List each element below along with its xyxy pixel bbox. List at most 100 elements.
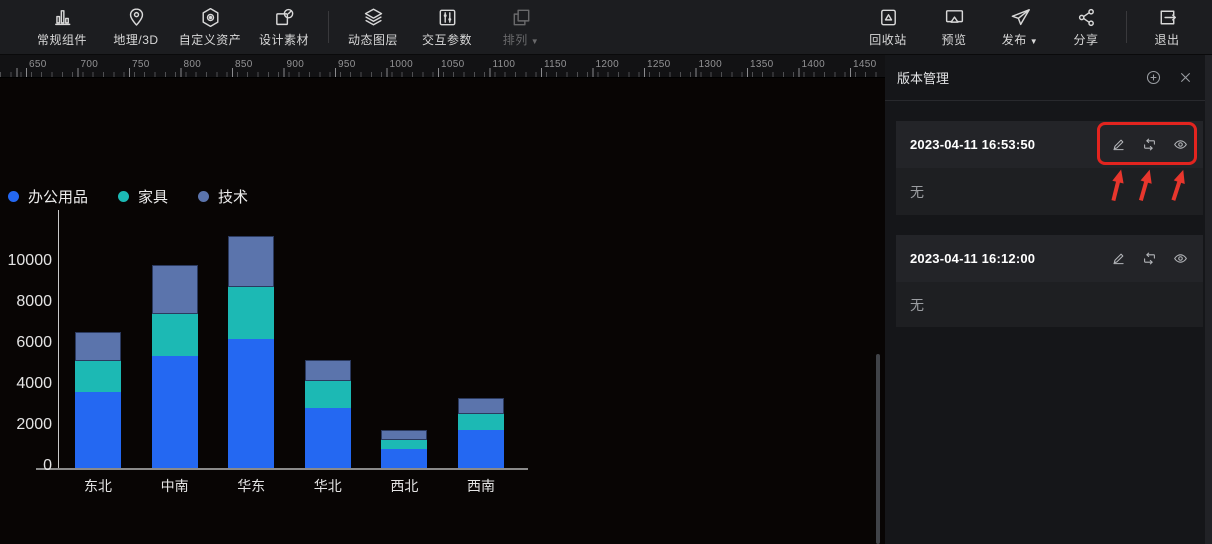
toolbar-item-label: 分享 bbox=[1073, 31, 1098, 48]
bar-segment bbox=[305, 360, 351, 381]
toolbar-right-group: 回收站 预览 发布▼ 分享 退出 bbox=[855, 0, 1212, 54]
bar-segment bbox=[458, 414, 504, 430]
toolbar-item-label: 预览 bbox=[941, 31, 966, 48]
x-axis-category-label: 西北 bbox=[369, 476, 439, 496]
preview-version-button[interactable] bbox=[1172, 136, 1189, 153]
legend-dot bbox=[198, 191, 209, 202]
plus-circle-icon[interactable] bbox=[1145, 69, 1162, 86]
bar-segment bbox=[381, 449, 427, 468]
ruler-label: 900 bbox=[287, 59, 305, 70]
y-axis-tick-label: 0 bbox=[0, 458, 52, 474]
edit-version-button[interactable] bbox=[1110, 136, 1127, 153]
close-icon[interactable] bbox=[1177, 69, 1194, 86]
version-card: 2023-04-11 16:53:50无 bbox=[896, 121, 1203, 215]
panel-header-icons bbox=[1130, 69, 1194, 86]
ruler-label: 1400 bbox=[802, 59, 825, 70]
toolbar-item-share[interactable]: 分享 bbox=[1053, 0, 1119, 54]
toolbar-item-label: 回收站 bbox=[869, 31, 907, 48]
ruler-label: 850 bbox=[235, 59, 253, 70]
toolbar-item-label: 退出 bbox=[1154, 31, 1179, 48]
toolbar-item-design-materials[interactable]: 设计素材 bbox=[247, 0, 321, 54]
bar-segment bbox=[458, 430, 504, 468]
preview-version-button[interactable] bbox=[1172, 250, 1189, 267]
y-axis-tick-label: 10000 bbox=[0, 253, 52, 269]
version-card: 2023-04-11 16:12:00无 bbox=[896, 235, 1203, 327]
hexagon-icon bbox=[199, 6, 222, 29]
ruler-label: 750 bbox=[132, 59, 150, 70]
toolbar-item-exit[interactable]: 退出 bbox=[1134, 0, 1200, 54]
version-panel-header: 版本管理 bbox=[885, 55, 1212, 101]
paper-plane-icon bbox=[1009, 6, 1032, 29]
preview-icon bbox=[943, 6, 966, 29]
toolbar-item-custom-assets[interactable]: 自定义资产 bbox=[173, 0, 247, 54]
ruler-label: 1200 bbox=[596, 59, 619, 70]
bar-segment bbox=[381, 430, 427, 439]
toolbar-item-dynamic-layers[interactable]: 动态图层 bbox=[336, 0, 410, 54]
layers-icon bbox=[362, 6, 385, 29]
version-timestamp: 2023-04-11 16:53:50 bbox=[910, 137, 1110, 152]
toolbar-item-arrange[interactable]: 排列▼ bbox=[484, 0, 558, 54]
ruler-label: 700 bbox=[81, 59, 99, 70]
toolbar-item-preview[interactable]: 预览 bbox=[921, 0, 987, 54]
toolbar-item-label: 设计素材 bbox=[259, 31, 309, 48]
toolbar: 常规组件地理/3D 自定义资产设计素材 动态图层交互参数 排列▼ 回收站 预览 发布▼ 分享… bbox=[0, 0, 1212, 55]
x-axis-category-label: 中南 bbox=[140, 476, 210, 496]
toolbar-item-label: 常规组件 bbox=[37, 31, 87, 48]
bar-segment bbox=[152, 356, 198, 468]
bar-segment bbox=[381, 440, 427, 449]
bar-segment bbox=[228, 287, 274, 339]
bar-segment bbox=[75, 392, 121, 468]
toolbar-item-components[interactable]: 常规组件 bbox=[25, 0, 99, 54]
legend-item: 办公用品 bbox=[8, 186, 88, 207]
toolbar-item-recycle-bin[interactable]: 回收站 bbox=[855, 0, 921, 54]
toolbar-item-label: 排列▼ bbox=[503, 31, 539, 48]
x-axis-line bbox=[36, 468, 528, 470]
ruler-label: 1100 bbox=[493, 59, 516, 70]
chart-legend: 办公用品 家具 技术 bbox=[8, 186, 278, 207]
chevron-down-icon: ▼ bbox=[1030, 37, 1038, 46]
x-axis-category-label: 华东 bbox=[216, 476, 286, 496]
ruler-label: 650 bbox=[29, 59, 47, 70]
design-asset-icon bbox=[273, 6, 296, 29]
legend-label: 家具 bbox=[138, 186, 168, 207]
toolbar-item-label: 交互参数 bbox=[422, 31, 472, 48]
version-note: 无 bbox=[896, 282, 1203, 327]
legend-dot bbox=[118, 191, 129, 202]
panel-scrollbar-track[interactable] bbox=[1205, 55, 1212, 544]
map-pin-icon bbox=[125, 6, 148, 29]
bar-segment bbox=[75, 361, 121, 392]
chevron-down-icon: ▼ bbox=[531, 37, 539, 46]
ruler-label: 1000 bbox=[390, 59, 413, 70]
version-card-header: 2023-04-11 16:53:50 bbox=[896, 121, 1203, 168]
rollback-version-button[interactable] bbox=[1141, 250, 1158, 267]
edit-version-button[interactable] bbox=[1110, 250, 1127, 267]
ruler-label: 1450 bbox=[853, 59, 876, 70]
bar-segment bbox=[152, 265, 198, 314]
toolbar-item-geo-3d[interactable]: 地理/3D bbox=[99, 0, 173, 54]
toolbar-separator bbox=[1126, 11, 1127, 43]
bar-segment bbox=[152, 314, 198, 356]
canvas-vertical-scrollbar[interactable] bbox=[876, 354, 880, 544]
toolbar-item-interaction-params[interactable]: 交互参数 bbox=[410, 0, 484, 54]
y-axis-tick-label: 2000 bbox=[0, 417, 52, 433]
toolbar-item-label: 自定义资产 bbox=[179, 31, 242, 48]
version-actions bbox=[1110, 136, 1189, 153]
rollback-version-button[interactable] bbox=[1141, 136, 1158, 153]
bar-segment bbox=[305, 408, 351, 468]
design-canvas[interactable]: 办公用品家具技术0200040006000800010000东北中南华东华北西北… bbox=[0, 78, 885, 544]
bar-segment bbox=[228, 339, 274, 468]
app-root: 常规组件地理/3D 自定义资产设计素材 动态图层交互参数 排列▼ 回收站 预览 发布▼ 分享… bbox=[0, 0, 1212, 544]
ruler-label: 1350 bbox=[750, 59, 773, 70]
version-panel: 版本管理 2023-04-11 16:53:50无2023-04-11 16:1… bbox=[885, 55, 1212, 544]
arrange-icon bbox=[510, 6, 533, 29]
y-axis-tick-label: 4000 bbox=[0, 376, 52, 392]
toolbar-left-group: 常规组件地理/3D 自定义资产设计素材 动态图层交互参数 排列▼ bbox=[0, 0, 558, 54]
bar-segment bbox=[228, 236, 274, 286]
y-axis-tick-label: 8000 bbox=[0, 294, 52, 310]
ruler-label: 1250 bbox=[647, 59, 670, 70]
trash-icon bbox=[877, 6, 900, 29]
toolbar-item-publish[interactable]: 发布▼ bbox=[987, 0, 1053, 54]
stacked-bar-chart[interactable]: 办公用品家具技术0200040006000800010000东北中南华东华北西北… bbox=[0, 78, 560, 544]
legend-label: 技术 bbox=[218, 186, 248, 207]
legend-item: 技术 bbox=[198, 186, 248, 207]
